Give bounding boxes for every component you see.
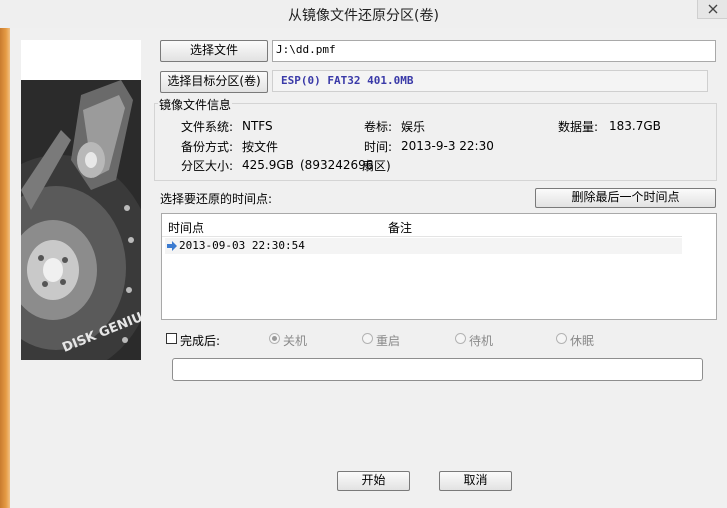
restore-point-time: 2013-09-03 22:30:54 <box>179 239 305 252</box>
radio-restart-label: 重启 <box>376 334 401 348</box>
select-target-partition-button[interactable]: 选择目标分区(卷) <box>160 71 268 93</box>
column-header-time[interactable]: 时间点 <box>168 219 204 236</box>
list-header: 时间点 备注 <box>162 214 682 237</box>
radio-hibernate-label: 休眠 <box>570 334 595 348</box>
list-item[interactable]: 2013-09-03 22:30:54 <box>165 238 682 254</box>
cancel-button[interactable]: 取消 <box>439 471 512 491</box>
restore-points-list[interactable]: 时间点 备注 2013-09-03 22:30:54 <box>161 213 717 320</box>
time-label: 时间: <box>364 140 393 154</box>
column-header-note[interactable]: 备注 <box>388 219 412 236</box>
filesystem-value: NTFS <box>242 119 273 133</box>
radio-shutdown[interactable] <box>269 333 280 344</box>
partition-sectors-unit: 扇区) <box>362 159 391 173</box>
target-partition-display: ESP(0) FAT32 401.0MB <box>272 70 708 92</box>
arrow-right-icon <box>167 241 177 251</box>
radio-restart[interactable] <box>362 333 373 344</box>
start-button[interactable]: 开始 <box>337 471 410 491</box>
disk-genius-logo: DISK GENIUS <box>21 40 141 360</box>
image-info-group-label: 镜像文件信息 <box>158 96 233 113</box>
radio-shutdown-label: 关机 <box>283 334 308 348</box>
radio-hibernate[interactable] <box>556 333 567 344</box>
restore-points-label: 选择要还原的时间点: <box>160 192 273 206</box>
delete-last-point-button[interactable]: 删除最后一个时间点 <box>535 188 716 208</box>
data-size-value: 183.7GB <box>609 119 661 133</box>
window-title: 从镜像文件还原分区(卷) <box>288 8 439 24</box>
window-edge <box>0 28 10 508</box>
after-complete-label: 完成后: <box>180 334 221 348</box>
filesystem-label: 文件系统: <box>181 120 234 134</box>
backup-mode-value: 按文件 <box>242 140 279 154</box>
data-size-label: 数据量: <box>558 120 599 134</box>
select-file-button[interactable]: 选择文件 <box>160 40 268 62</box>
backup-mode-label: 备份方式: <box>181 140 234 154</box>
partition-size-label: 分区大小: <box>181 159 234 173</box>
volume-label-value: 娱乐 <box>401 120 426 134</box>
progress-bar <box>172 358 703 381</box>
radio-standby[interactable] <box>455 333 466 344</box>
close-button[interactable] <box>697 0 727 19</box>
partition-size-value: 425.9GB <box>242 158 294 172</box>
after-complete-checkbox[interactable] <box>166 333 177 344</box>
image-file-path-input[interactable]: J:\dd.pmf <box>272 40 716 62</box>
radio-standby-label: 待机 <box>469 334 494 348</box>
time-value: 2013-9-3 22:30 <box>401 139 494 153</box>
volume-label-label: 卷标: <box>364 120 393 134</box>
close-icon <box>708 4 718 14</box>
